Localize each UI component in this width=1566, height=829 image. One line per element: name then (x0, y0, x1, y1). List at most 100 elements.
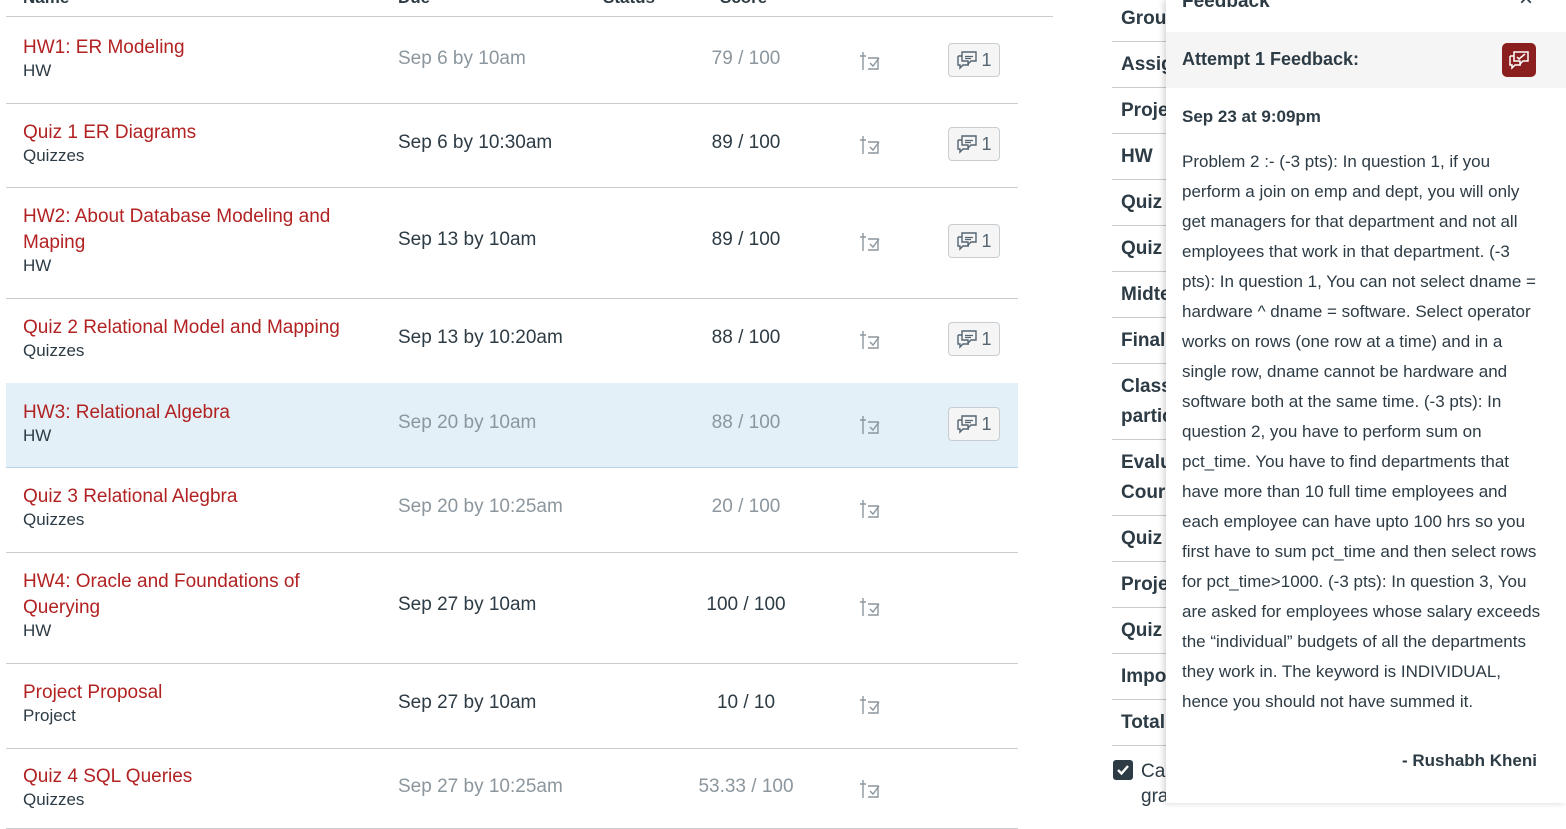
header-name[interactable]: Name (23, 0, 69, 8)
what-if-icon (860, 780, 880, 798)
score: 89 / 100 (711, 132, 781, 153)
assignment-link[interactable]: Quiz 4 SQL Queries (23, 764, 363, 790)
feedback-author: - Rushabh Kheni (1401, 751, 1537, 770)
assignment-category: Project (23, 706, 76, 725)
due-date: Sep 13 by 10:20am (398, 327, 563, 348)
assignment-link[interactable]: HW4: Oracle and Foundations of Querying (23, 569, 363, 621)
assignment-category: HW (23, 256, 52, 275)
calculate-label-line2: gra (1141, 786, 1169, 807)
assignment-link[interactable]: Quiz 2 Relational Model and Mapping (23, 315, 363, 341)
feedback-tray: Feedback × Attempt 1 Feedback: Sep 23 at… (1166, 0, 1566, 803)
attempt-label: Attempt 1 Feedback: (1182, 49, 1360, 69)
summary-row: Proje (1112, 562, 1172, 608)
table-row: Quiz 2 Relational Model and Mapping Quizz… (6, 298, 1018, 384)
summary-row: Quiz (1112, 608, 1172, 654)
summary-row-label: Midte (1121, 284, 1171, 305)
assignment-link[interactable]: HW2: About Database Modeling and Maping (23, 204, 363, 256)
comments-button[interactable]: 1 (948, 224, 1000, 258)
due-date: Sep 20 by 10am (398, 412, 537, 433)
summary-row: HW (1112, 134, 1172, 180)
table-row: Quiz 4 SQL Queries Quizzes Sep 27 by 10:25… (6, 748, 1018, 829)
grades-table-header: Name Due Status Score (6, 0, 1053, 17)
header-status[interactable]: Status (603, 0, 655, 8)
comment-count: 1 (981, 49, 992, 70)
comments-button[interactable]: 1 (948, 127, 1000, 161)
summary-row-label: Assig (1121, 54, 1173, 75)
assignment-link[interactable]: HW3: Relational Algebra (23, 400, 363, 426)
due-date: Sep 20 by 10:25am (398, 496, 563, 517)
close-icon[interactable]: × (1516, 0, 1536, 12)
summary-row: Quiz (1112, 226, 1172, 272)
what-if-button[interactable] (859, 413, 883, 437)
score: 88 / 100 (711, 327, 781, 348)
what-if-button[interactable] (859, 595, 883, 619)
comment-count: 1 (981, 328, 992, 349)
summary-row-label: Class (1121, 376, 1172, 397)
due-date: Sep 27 by 10:25am (398, 776, 563, 797)
assignment-link[interactable]: HW1: ER Modeling (23, 35, 363, 61)
due-date: Sep 13 by 10am (398, 229, 537, 250)
what-if-icon (860, 136, 880, 154)
summary-row: Evalu Cours (1112, 440, 1176, 516)
what-if-button[interactable] (859, 133, 883, 157)
summary-row-label: Quiz (1121, 238, 1163, 259)
table-row: Quiz 1 ER Diagrams Quizzes Sep 6 by 10:30a… (6, 103, 1018, 188)
comments-button[interactable]: 1 (948, 407, 1000, 441)
comments-button[interactable]: 1 (948, 322, 1000, 356)
summary-row: Proje (1112, 88, 1172, 134)
header-score[interactable]: Score (720, 0, 767, 8)
score: 88 / 100 (711, 412, 781, 433)
what-if-icon (860, 52, 880, 70)
summary-row-label: Quiz (1121, 620, 1163, 641)
comment-count: 1 (981, 230, 992, 251)
what-if-button[interactable] (859, 328, 883, 352)
what-if-button[interactable] (859, 777, 883, 801)
feedback-text: Problem 2 :- (-3 pts): In question 1, if… (1182, 152, 1541, 711)
summary-row: Midte (1112, 272, 1172, 318)
table-row: HW2: About Database Modeling and Maping H… (6, 187, 1018, 299)
summary-row: Final (1112, 318, 1172, 364)
what-if-icon (860, 696, 880, 714)
header-due[interactable]: Due (398, 0, 430, 8)
assignment-category: Quizzes (23, 146, 85, 165)
what-if-button[interactable] (859, 497, 883, 521)
what-if-button[interactable] (859, 49, 883, 73)
due-date: Sep 6 by 10:30am (398, 132, 553, 153)
score: 10 / 10 (716, 692, 776, 713)
score: 100 / 100 (706, 594, 786, 615)
calculate-checkbox[interactable] (1113, 760, 1133, 780)
comment-count: 1 (981, 413, 992, 434)
comment-icon (957, 232, 978, 251)
what-if-button[interactable] (859, 693, 883, 717)
what-if-icon (860, 233, 880, 251)
due-date: Sep 6 by 10am (398, 48, 526, 69)
summary-row-label: Proje (1121, 100, 1169, 121)
what-if-icon (860, 331, 880, 349)
what-if-button[interactable] (859, 230, 883, 254)
assignment-category: HW (23, 61, 52, 80)
score: 53.33 / 100 (698, 776, 794, 797)
checkmark-icon (1117, 765, 1129, 776)
summary-row-label: Proje (1121, 574, 1169, 595)
assignment-link[interactable]: Project Proposal (23, 680, 363, 706)
assignment-link[interactable]: Quiz 1 ER Diagrams (23, 120, 363, 146)
what-if-icon (860, 500, 880, 518)
score: 20 / 100 (711, 496, 781, 517)
what-if-icon (860, 416, 880, 434)
assignment-category: Quizzes (23, 341, 85, 360)
comments-button[interactable]: 1 (948, 43, 1000, 77)
comment-icon (957, 51, 978, 70)
summary-row-label-line2: partic (1121, 406, 1173, 427)
summary-row-label: Impo (1121, 666, 1167, 687)
assignment-category: HW (23, 426, 52, 445)
add-comment-button[interactable] (1502, 43, 1536, 77)
assignment-link[interactable]: Quiz 3 Relational Alegbra (23, 484, 363, 510)
comment-icon (957, 135, 978, 154)
summary-row: Impo (1112, 654, 1172, 700)
table-row: Quiz 3 Relational Alegbra Quizzes Sep 20 b… (6, 467, 1018, 553)
summary-row: Assig (1112, 42, 1173, 88)
summary-row: Quiz (1112, 180, 1172, 226)
feedback-date: Sep 23 at 9:09pm (1182, 107, 1321, 126)
summary-row-label: Evalu (1121, 452, 1172, 473)
table-row: HW3: Relational Algebra HW Sep 20 by 10am 8… (6, 383, 1018, 468)
